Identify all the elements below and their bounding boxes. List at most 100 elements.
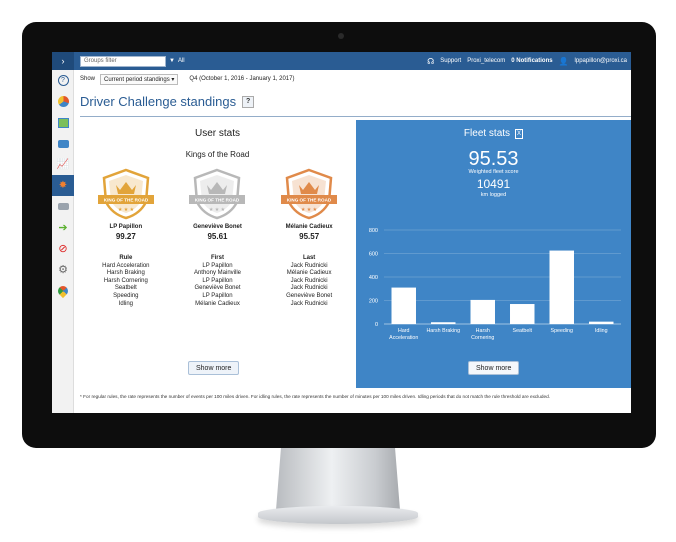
support-link[interactable]: Support — [440, 58, 461, 64]
king-of-road-badge-icon: KING OF THE ROAD ★ ★ ★ — [97, 168, 154, 220]
svg-text:★ ★ ★: ★ ★ ★ — [118, 207, 135, 213]
winner-card: KING OF THE ROAD ★ ★ ★ LP Papillon 99.27 — [86, 168, 166, 241]
x-tick-label: Acceleration — [389, 335, 418, 341]
groups-filter-input[interactable]: Groups filter — [80, 55, 166, 67]
svg-text:★ ★ ★: ★ ★ ★ — [301, 207, 318, 213]
bar[interactable] — [510, 304, 535, 324]
x-tick-label: Idling — [595, 328, 608, 334]
winner-score: 99.27 — [115, 232, 136, 241]
rule-column: Rule Hard Acceleration Harsh Braking Harsh… — [86, 255, 166, 308]
trophy-icon[interactable]: ✸ — [52, 175, 74, 196]
fleet-bar-chart: 0 200 400 600 800 HardAcceleration Harsh Braki… — [369, 228, 621, 341]
x-tick-label: Harsh Braking — [426, 328, 460, 334]
period-select[interactable]: Current period standings ▾ — [100, 73, 179, 85]
winner-name: Mélanie Cadieux — [285, 224, 333, 230]
period-filter: Show Current period standings ▾ Q4 (Octo… — [80, 72, 294, 86]
y-tick-label: 800 — [369, 228, 378, 234]
user-icon[interactable]: 👤 — [559, 57, 569, 66]
last-cell: Jack Rudnicki — [290, 300, 328, 307]
trend-chart-icon[interactable]: 📈 — [52, 154, 74, 175]
y-tick-label: 200 — [369, 299, 378, 305]
first-cell: LP Papillon — [202, 262, 233, 269]
user-stats-title: User stats — [194, 128, 240, 139]
bar[interactable] — [589, 321, 614, 324]
last-cell: Mélanie Cadieux — [286, 270, 332, 277]
pie-chart-icon[interactable] — [52, 91, 74, 112]
chevron-down-icon[interactable]: ▼ — [169, 58, 175, 64]
top-bar: › Groups filter ▼ All ☊ Support Proxi_te… — [52, 52, 631, 70]
rule-cell: Speeding — [113, 292, 139, 299]
km-logged-label: km logged — [480, 192, 507, 198]
app-screen: › Groups filter ▼ All ☊ Support Proxi_te… — [52, 52, 631, 413]
bar[interactable] — [549, 250, 574, 324]
king-of-road-badge-icon: KING OF THE ROAD ★ ★ ★ — [281, 168, 338, 220]
period-range: Q4 (October 1, 2016 - January 1, 2017) — [189, 76, 295, 82]
last-column: Last Jack Rudnicki Mélanie Cadieux Jack Ru… — [269, 255, 349, 308]
winners-row: KING OF THE ROAD ★ ★ ★ LP Papillon 99.27 KIN… — [80, 168, 355, 241]
badge-text: KING OF THE ROAD — [195, 198, 240, 203]
last-cell: Jack Rudnicki — [290, 285, 328, 292]
first-header: First — [210, 255, 224, 261]
help-icon[interactable]: ? — [52, 70, 74, 91]
top-right-menu: ☊ Support Proxi_telecom 0 Notifications … — [427, 52, 627, 70]
first-cell: Mélanie Cadieux — [195, 300, 240, 307]
help-button[interactable]: ? — [242, 95, 255, 108]
fleet-score-value: 95.53 — [468, 148, 519, 170]
bar[interactable] — [391, 287, 416, 324]
km-logged-value: 10491 — [476, 177, 511, 191]
fleet-score-label: Weighted fleet score — [468, 169, 519, 175]
bar[interactable] — [470, 299, 495, 324]
groups-all-label: All — [177, 58, 185, 64]
rule-cell: Idling — [118, 300, 133, 307]
winner-name: Geneviève Bonet — [193, 224, 242, 230]
winner-score: 95.57 — [299, 232, 320, 241]
user-email[interactable]: lppapillon@proxi.ca — [575, 58, 627, 64]
last-cell: Jack Rudnicki — [290, 277, 328, 284]
last-cell: Geneviève Bonet — [286, 292, 333, 299]
vehicles-icon[interactable] — [52, 196, 74, 217]
first-cell: Anthony Mainville — [193, 270, 241, 277]
rule-cell: Harsh Braking — [106, 270, 145, 277]
fleet-stats-panel: Fleet stats X 95.53 Weighted fleet score… — [356, 120, 631, 388]
route-arrow-icon[interactable]: ➔ — [52, 217, 74, 238]
badge-text: KING OF THE ROAD — [104, 198, 149, 203]
badge-text: KING OF THE ROAD — [287, 198, 332, 203]
y-tick-label: 600 — [369, 252, 378, 258]
headset-icon[interactable]: ☊ — [427, 57, 434, 66]
monitor-scene: › Groups filter ▼ All ☊ Support Proxi_te… — [0, 0, 676, 542]
x-tick-label: Cornering — [471, 335, 494, 341]
main-content: Show Current period standings ▾ Q4 (Octo… — [74, 70, 631, 413]
rule-cell: Seatbelt — [114, 285, 137, 292]
first-column: First LP Papillon Anthony Mainville LP Pap… — [177, 255, 257, 308]
fleet-show-more-button[interactable]: Show more — [468, 361, 520, 375]
rule-cell: Harsh Cornering — [103, 277, 148, 284]
winner-score: 95.61 — [207, 232, 228, 241]
kings-of-road-subtitle: Kings of the Road — [185, 150, 250, 159]
x-tick-label: Speeding — [551, 328, 573, 334]
location-icon[interactable] — [52, 280, 74, 301]
map-icon[interactable] — [52, 112, 74, 133]
king-of-road-badge-icon: KING OF THE ROAD ★ ★ ★ — [189, 168, 246, 220]
notifications-link[interactable]: 0 Notifications — [511, 58, 552, 64]
user-show-more-button[interactable]: Show more — [188, 361, 240, 375]
winner-name: LP Papillon — [109, 224, 143, 230]
show-label: Show — [80, 76, 96, 82]
monitor-stand — [276, 448, 400, 510]
messages-icon[interactable] — [52, 133, 74, 154]
exceptions-icon[interactable]: ⊘ — [52, 238, 74, 259]
last-cell: Jack Rudnicki — [290, 262, 328, 269]
fleet-stats-title-row: Fleet stats X — [356, 128, 631, 139]
winner-card: KING OF THE ROAD ★ ★ ★ Geneviève Bonet 95.6… — [177, 168, 257, 241]
account-name[interactable]: Proxi_telecom — [467, 58, 505, 64]
expand-menu-button[interactable]: › — [52, 52, 74, 70]
export-excel-icon[interactable]: X — [515, 128, 524, 139]
rule-cell: Hard Acceleration — [102, 262, 150, 269]
y-tick-label: 0 — [375, 322, 378, 328]
x-tick-label: Hard — [398, 328, 410, 334]
settings-icon[interactable]: ⚙ — [52, 259, 74, 280]
first-cell: LP Papillon — [202, 292, 233, 299]
fleet-stats-title: Fleet stats — [463, 128, 511, 139]
bar[interactable] — [431, 322, 456, 324]
footnote: * For regular rules, the rate represents… — [80, 394, 551, 399]
sidebar: ? 📈 ✸ ➔ ⊘ ⚙ — [52, 70, 74, 413]
